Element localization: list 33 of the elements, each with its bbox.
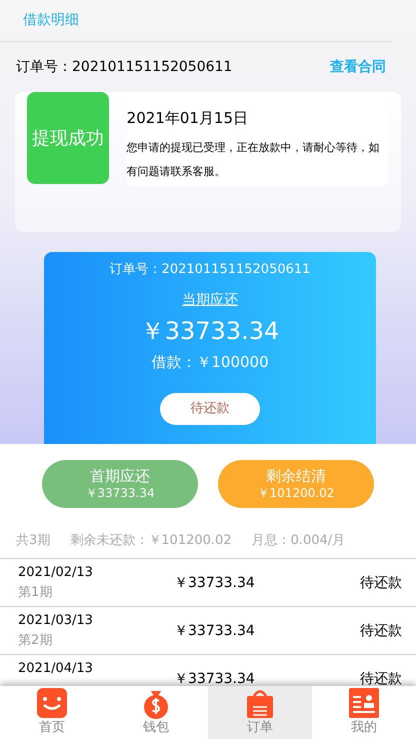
monthly-interest: 月息：0.004/月: [252, 532, 346, 550]
installment-date: 2021/02/13: [18, 564, 94, 582]
current-due-label: 当期应还: [182, 290, 238, 310]
installment-status: 待还款: [360, 670, 402, 686]
order-number: 订单号：202101151152050611: [110, 261, 310, 279]
status-date: 2021年01月15日: [126, 108, 250, 129]
installment-status: 待还款: [360, 622, 402, 641]
installment-amount: ￥33733.34: [174, 670, 255, 686]
nav-tab[interactable]: 我的: [312, 686, 416, 739]
view-contract-link[interactable]: 查看合同: [330, 56, 386, 78]
order-number: 订单号：202101151152050611: [16, 58, 232, 76]
installment-date: 2021/03/13: [18, 612, 94, 630]
period-count: 共3期: [16, 532, 50, 550]
nav-tab[interactable]: 订单: [208, 686, 312, 739]
nav-tab[interactable]: 首页: [0, 686, 104, 739]
home-smiley-icon: [36, 687, 68, 719]
first-installment-button[interactable]: 首期应还 ￥33733.34: [42, 460, 198, 508]
nav-tab[interactable]: 钱包: [104, 686, 208, 739]
current-due-amount: ￥33733.34: [140, 316, 280, 346]
page-title: 借款明细: [23, 11, 79, 30]
status-badge: 提现成功: [27, 92, 109, 184]
status-message: 您申请的提现已受理，正在放款中，请耐心等待，如有问题请联系客服。: [126, 140, 381, 180]
installment-status: 待还款: [360, 574, 402, 593]
settle-remaining-button[interactable]: 剩余结清 ￥101200.02: [218, 460, 374, 508]
installment-date: 2021/04/13: [18, 660, 94, 678]
remaining-balance: 剩余未还款：￥101200.02: [70, 532, 232, 550]
installment-period: 第1期: [18, 584, 54, 602]
id-card-icon: [348, 687, 380, 719]
installment-amount: ￥33733.34: [174, 622, 255, 641]
installment-period: 第2期: [18, 632, 54, 650]
pending-repayment-button[interactable]: 待还款: [160, 393, 260, 425]
installment-amount: ￥33733.34: [174, 574, 255, 593]
loan-amount: 借款：￥100000: [151, 352, 269, 372]
